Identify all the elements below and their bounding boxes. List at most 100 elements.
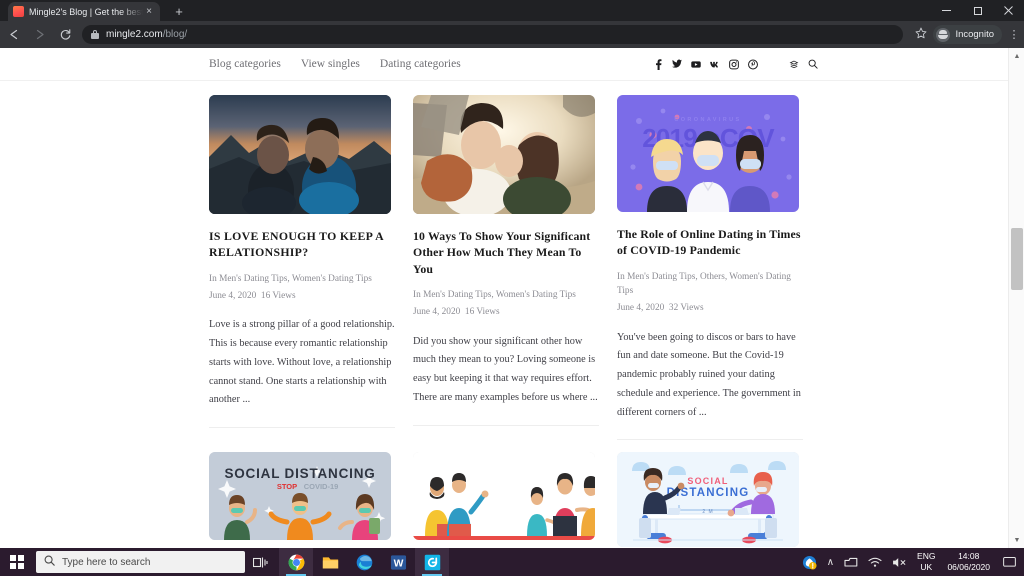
app-taskbar-icon[interactable] bbox=[415, 548, 449, 576]
action-center-icon[interactable] bbox=[998, 548, 1020, 576]
post-card-is-love-enough[interactable]: IS LOVE ENOUGH TO KEEP A RELATIONSHIP? I… bbox=[209, 95, 395, 440]
post-views: 16 Views bbox=[260, 290, 296, 301]
twitter-icon[interactable] bbox=[672, 59, 682, 70]
browser-tab-strip: Mingle2's Blog | Get the best tips × + bbox=[0, 0, 1024, 21]
post-views: 32 Views bbox=[668, 303, 704, 314]
post-date: June 4, 2020 bbox=[413, 307, 461, 318]
card-divider bbox=[209, 427, 395, 429]
facebook-icon[interactable] bbox=[653, 58, 663, 70]
address-bar[interactable]: mingle2.com/blog/ bbox=[82, 25, 904, 44]
minimize-button[interactable] bbox=[931, 0, 962, 21]
maximize-button[interactable] bbox=[962, 0, 993, 21]
favicon-icon bbox=[13, 6, 24, 17]
task-view-button[interactable] bbox=[245, 548, 275, 576]
post-grid-row-1: IS LOVE ENOUGH TO KEEP A RELATIONSHIP? I… bbox=[0, 81, 1008, 441]
scroll-up-arrow-icon[interactable]: ▲ bbox=[1009, 48, 1024, 64]
nav-link-dating-categories[interactable]: Dating categories bbox=[380, 58, 461, 70]
chrome-taskbar-icon[interactable] bbox=[279, 548, 313, 576]
browser-toolbar: mingle2.com/blog/ Incognito ⋮ bbox=[0, 21, 1024, 48]
post-meta: In Men's Dating Tips, Others, Women's Da… bbox=[617, 270, 803, 316]
incognito-label: Incognito bbox=[955, 29, 994, 40]
svg-text:SOCIAL: SOCIAL bbox=[687, 476, 728, 486]
post-title[interactable]: 10 Ways To Show Your Significant Other H… bbox=[413, 228, 599, 277]
nav-social-group bbox=[653, 58, 818, 70]
word-taskbar-icon[interactable]: W bbox=[381, 548, 415, 576]
language-indicator[interactable]: ENG UK bbox=[913, 551, 939, 574]
post-card-online-dating-covid[interactable]: CORONAVIRUS 2019-nCOV bbox=[617, 95, 803, 441]
system-tray: ∧ ENG UK 14:08 06/06/2020 bbox=[798, 548, 1024, 576]
windows-start-button[interactable] bbox=[0, 548, 34, 576]
svg-text:W: W bbox=[393, 558, 403, 569]
onedrive-or-storage-icon[interactable] bbox=[840, 548, 862, 576]
window-controls bbox=[931, 0, 1024, 21]
social-distancing-office-illustration[interactable]: SOCIAL DISTANCING 2 M bbox=[617, 452, 799, 548]
scroll-down-arrow-icon[interactable]: ▼ bbox=[1009, 532, 1024, 548]
youtube-icon[interactable] bbox=[691, 59, 701, 70]
nav-link-view-singles[interactable]: View singles bbox=[301, 58, 360, 70]
search-placeholder-text: Type here to search bbox=[62, 556, 151, 568]
card-divider bbox=[413, 424, 599, 426]
post-categories: In Men's Dating Tips, Women's Dating Tip… bbox=[413, 289, 576, 300]
post-date: June 4, 2020 bbox=[617, 303, 665, 314]
volume-muted-icon[interactable] bbox=[888, 548, 911, 576]
post-grid-row-2: SOCIAL DISTANCING STOP COVID-19 SOCIAL D… bbox=[0, 440, 1008, 548]
vk-icon[interactable] bbox=[710, 59, 720, 70]
post-card-social-distancing-office[interactable]: SOCIAL DISTANCING 2 M bbox=[617, 452, 803, 548]
people-group-illustration[interactable] bbox=[413, 452, 595, 541]
security-warning-icon[interactable] bbox=[798, 548, 821, 576]
search-icon bbox=[44, 555, 55, 569]
taskbar-app-list: W bbox=[279, 548, 449, 576]
back-icon[interactable] bbox=[0, 21, 26, 48]
bookmark-star-icon[interactable] bbox=[909, 27, 933, 42]
reload-icon[interactable] bbox=[52, 21, 78, 48]
url-text: mingle2.com/blog/ bbox=[106, 29, 187, 40]
forward-icon[interactable] bbox=[26, 21, 52, 48]
post-date: June 4, 2020 bbox=[209, 290, 257, 301]
post-title[interactable]: The Role of Online Dating in Times of CO… bbox=[617, 226, 803, 259]
language-line2: UK bbox=[920, 562, 933, 572]
incognito-indicator[interactable]: Incognito bbox=[933, 25, 1002, 44]
post-excerpt: You've been going to discos or bars to h… bbox=[617, 331, 801, 418]
post-date-views: June 4, 2020 16 Views bbox=[413, 305, 599, 319]
post-date-views: June 4, 2020 16 Views bbox=[209, 289, 395, 303]
close-icon[interactable]: × bbox=[143, 6, 155, 18]
post-card-10-ways[interactable]: 10 Ways To Show Your Significant Other H… bbox=[413, 95, 599, 440]
post-title[interactable]: IS LOVE ENOUGH TO KEEP A RELATIONSHIP? bbox=[209, 228, 395, 261]
taskbar-search-input[interactable]: Type here to search bbox=[36, 551, 245, 573]
page-viewport: Blog categories View singles Dating cate… bbox=[0, 48, 1024, 548]
couple-embracing-sunset-photo[interactable] bbox=[413, 95, 595, 214]
card-divider bbox=[617, 439, 803, 441]
file-explorer-taskbar-icon[interactable] bbox=[313, 548, 347, 576]
coronavirus-2019-ncov-illustration[interactable]: CORONAVIRUS 2019-nCOV bbox=[617, 95, 799, 212]
page-scrollbar[interactable]: ▲ ▼ bbox=[1008, 48, 1024, 548]
post-card-people-group[interactable] bbox=[413, 452, 599, 547]
scrollbar-thumb[interactable] bbox=[1011, 228, 1023, 290]
nav-links: Blog categories View singles Dating cate… bbox=[209, 58, 653, 70]
couple-sunset-mountains-photo[interactable] bbox=[209, 95, 391, 214]
edge-taskbar-icon[interactable] bbox=[347, 548, 381, 576]
post-views: 16 Views bbox=[464, 307, 500, 318]
post-categories: In Men's Dating Tips, Women's Dating Tip… bbox=[209, 273, 372, 284]
post-excerpt: Did you show your significant other how … bbox=[413, 335, 598, 403]
chrome-menu-icon[interactable]: ⋮ bbox=[1004, 28, 1024, 41]
search-icon[interactable] bbox=[808, 59, 818, 70]
clock[interactable]: 14:08 06/06/2020 bbox=[941, 551, 996, 574]
url-domain: mingle2.com bbox=[106, 29, 163, 40]
nav-link-blog-categories[interactable]: Blog categories bbox=[209, 58, 281, 70]
pinterest-icon[interactable] bbox=[748, 59, 758, 70]
show-hidden-icons-chevron-icon[interactable]: ∧ bbox=[823, 548, 838, 576]
post-card-social-distancing-kids[interactable]: SOCIAL DISTANCING STOP COVID-19 bbox=[209, 452, 395, 547]
browser-tab[interactable]: Mingle2's Blog | Get the best tips × bbox=[8, 2, 160, 21]
stacked-menu-icon[interactable] bbox=[789, 59, 799, 70]
post-excerpt: Love is a strong pillar of a good relati… bbox=[209, 319, 395, 406]
post-date-views: June 4, 2020 32 Views bbox=[617, 301, 803, 315]
clock-time: 14:08 bbox=[958, 550, 980, 561]
wifi-icon[interactable] bbox=[864, 548, 886, 576]
new-tab-button[interactable]: + bbox=[170, 4, 188, 20]
incognito-avatar-icon bbox=[936, 27, 951, 42]
post-meta: In Men's Dating Tips, Women's Dating Tip… bbox=[209, 272, 395, 304]
instagram-icon[interactable] bbox=[729, 59, 739, 70]
svg-text:STOP: STOP bbox=[277, 482, 297, 491]
close-window-button[interactable] bbox=[993, 0, 1024, 21]
social-distancing-kids-illustration[interactable]: SOCIAL DISTANCING STOP COVID-19 bbox=[209, 452, 391, 541]
